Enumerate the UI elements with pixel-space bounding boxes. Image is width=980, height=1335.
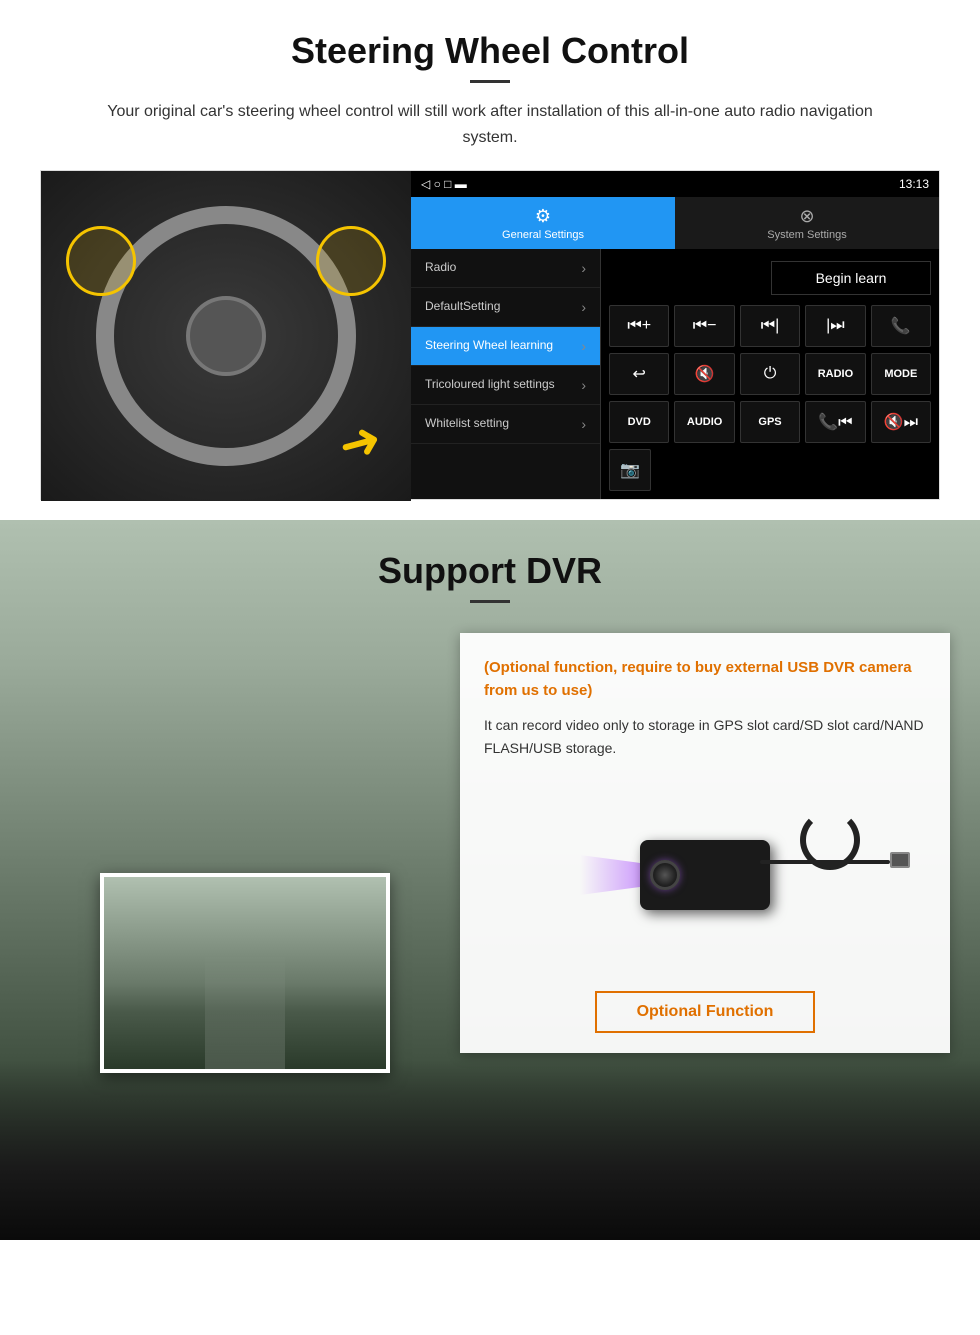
android-menu: Radio › DefaultSetting › Steering Wheel … (411, 249, 939, 499)
steering-photo: ➜ (41, 171, 411, 501)
arrow-indicator: ➜ (332, 409, 387, 476)
menu-radio[interactable]: Radio › (411, 249, 600, 288)
mute-button[interactable]: 🔇 (674, 353, 734, 395)
menu-left: Radio › DefaultSetting › Steering Wheel … (411, 249, 601, 499)
chevron-right-icon4: › (581, 377, 586, 393)
optional-function-button[interactable]: Optional Function (595, 991, 816, 1033)
prev-track-button[interactable]: ⏮| (740, 305, 800, 347)
chevron-right-icon2: › (581, 299, 586, 315)
status-time: 13:13 (899, 177, 929, 191)
ctrl-row-2: ↩ 🔇 ⏻ RADIO MODE (609, 353, 931, 395)
steering-title: Steering Wheel Control (40, 30, 940, 72)
menu-steering-wheel-learning[interactable]: Steering Wheel learning › (411, 327, 600, 366)
network-icon: ⊗ (799, 206, 814, 227)
left-highlight (66, 226, 136, 296)
camera-body (640, 840, 770, 910)
dvd-button[interactable]: DVD (609, 401, 669, 443)
call-prev-button[interactable]: 📞⏮ (805, 401, 865, 443)
dvr-thumbnail (100, 873, 390, 1073)
menu-default-setting[interactable]: DefaultSetting › (411, 288, 600, 327)
power-button[interactable]: ⏻ (740, 353, 800, 395)
dvr-description: It can record video only to storage in G… (484, 714, 926, 759)
vol-up-button[interactable]: ⏮+ (609, 305, 669, 347)
android-tabs: ⚙ General Settings ⊗ System Settings (411, 197, 939, 249)
dvr-info-card: (Optional function, require to buy exter… (460, 633, 950, 1053)
dvr-road (205, 954, 285, 1069)
camera-cable (760, 860, 890, 864)
radio-button[interactable]: RADIO (805, 353, 865, 395)
dvr-product-image (484, 775, 926, 975)
wheel-bg: ➜ (41, 171, 411, 501)
wheel-inner (186, 296, 266, 376)
steering-demo: ➜ ◁ ○ □ ▬ 13:13 ⚙ General Settings ⊗ Sys… (40, 170, 940, 500)
back-button[interactable]: ↩ (609, 353, 669, 395)
mute-next-button[interactable]: 🔇⏭ (871, 401, 931, 443)
android-statusbar: ◁ ○ □ ▬ 13:13 (411, 171, 939, 197)
dvr-content-area: (Optional function, require to buy exter… (0, 633, 980, 1073)
menu-steering-label: Steering Wheel learning (425, 338, 553, 354)
gear-icon: ⚙ (535, 206, 551, 227)
begin-learn-row: Begin learn (609, 257, 931, 299)
dvr-left-area (0, 633, 460, 1073)
menu-default-label: DefaultSetting (425, 299, 500, 315)
menu-radio-label: Radio (425, 260, 456, 276)
dvr-section: Support DVR (Optional function, require … (0, 520, 980, 1240)
menu-tricoloured[interactable]: Tricoloured light settings › (411, 366, 600, 405)
menu-whitelist-label: Whitelist setting (425, 416, 509, 432)
right-highlight (316, 226, 386, 296)
dvr-camera (640, 840, 770, 910)
menu-right: Begin learn ⏮+ ⏮− ⏮| |⏭ 📞 ↩ 🔇 ⏻ (601, 249, 939, 499)
mode-button[interactable]: MODE (871, 353, 931, 395)
tab-general-label: General Settings (502, 229, 584, 241)
menu-tricoloured-label: Tricoloured light settings (425, 377, 555, 393)
ctrl-row-3: DVD AUDIO GPS 📞⏮ 🔇⏭ (609, 401, 931, 443)
dvr-divider (470, 600, 510, 603)
vol-down-button[interactable]: ⏮− (674, 305, 734, 347)
title-divider (470, 80, 510, 83)
audio-button[interactable]: AUDIO (674, 401, 734, 443)
dvr-title: Support DVR (0, 550, 980, 592)
steering-section: Steering Wheel Control Your original car… (0, 0, 980, 520)
next-track-button[interactable]: |⏭ (805, 305, 865, 347)
chevron-right-icon3: › (581, 338, 586, 354)
dvr-optional-text: (Optional function, require to buy exter… (484, 657, 926, 702)
tab-system-label: System Settings (767, 229, 846, 241)
camera-button[interactable]: 📷 (609, 449, 651, 491)
wheel-circle (96, 206, 356, 466)
call-button[interactable]: 📞 (871, 305, 931, 347)
camera-lens (650, 860, 680, 890)
gps-button[interactable]: GPS (740, 401, 800, 443)
status-nav-icons: ◁ ○ □ ▬ (421, 177, 467, 191)
chevron-right-icon5: › (581, 416, 586, 432)
ctrl-row-1: ⏮+ ⏮− ⏮| |⏭ 📞 (609, 305, 931, 347)
chevron-right-icon: › (581, 260, 586, 276)
tab-general-settings[interactable]: ⚙ General Settings (411, 197, 675, 249)
tab-system-settings[interactable]: ⊗ System Settings (675, 197, 939, 249)
dvr-thumb-inner (104, 877, 386, 1069)
android-panel: ◁ ○ □ ▬ 13:13 ⚙ General Settings ⊗ Syste… (411, 171, 939, 499)
steering-description: Your original car's steering wheel contr… (80, 99, 900, 150)
menu-whitelist[interactable]: Whitelist setting › (411, 405, 600, 444)
begin-learn-button[interactable]: Begin learn (771, 261, 931, 295)
light-beam (580, 855, 640, 895)
usb-connector (890, 852, 910, 868)
ctrl-row-4: 📷 (609, 449, 931, 491)
dvr-bottom-overlay (0, 1060, 980, 1240)
dvr-title-area: Support DVR (0, 520, 980, 613)
